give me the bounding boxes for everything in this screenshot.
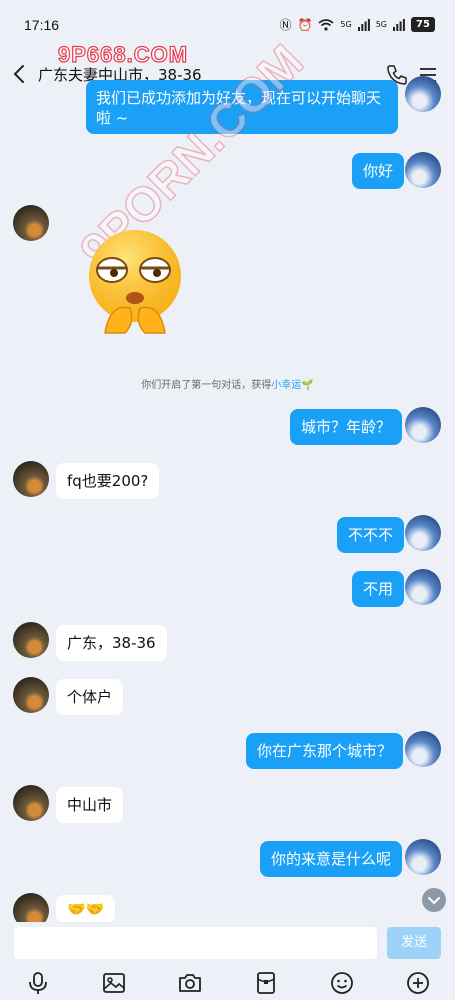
microphone-icon[interactable] bbox=[25, 970, 51, 996]
avatar-contact[interactable] bbox=[13, 677, 49, 713]
avatar-self[interactable] bbox=[405, 839, 441, 875]
sticker-emoji-icon[interactable] bbox=[80, 228, 190, 338]
alarm-icon: ⏰ bbox=[297, 17, 313, 32]
sprout-icon: 🌱 bbox=[301, 380, 314, 391]
toolbar bbox=[0, 970, 455, 998]
status-icons: Ⓝ ⏰ 5G 5G 75 bbox=[279, 16, 435, 33]
red-packet-icon[interactable] bbox=[253, 970, 279, 996]
send-button[interactable]: 发送 bbox=[387, 927, 441, 959]
avatar-contact[interactable] bbox=[13, 461, 49, 497]
message-bubble-self[interactable]: 城市？年龄？ bbox=[290, 409, 403, 445]
avatar-contact[interactable] bbox=[13, 205, 49, 241]
message-bubble-self[interactable]: 不不不 bbox=[337, 517, 405, 553]
avatar-self[interactable] bbox=[405, 569, 441, 605]
message-bubble-contact[interactable]: 中山市 bbox=[56, 787, 124, 823]
wifi-icon bbox=[318, 18, 334, 31]
avatar-contact[interactable] bbox=[13, 622, 49, 658]
chevron-down-icon bbox=[428, 897, 440, 905]
system-note: 你们开启了第一句对话，获得小幸运🌱 bbox=[0, 376, 455, 391]
network-label-a: 5G bbox=[340, 20, 352, 29]
camera-icon[interactable] bbox=[177, 970, 203, 996]
message-input[interactable] bbox=[14, 927, 377, 959]
lucky-link[interactable]: 小幸运 bbox=[271, 380, 301, 391]
network-label-b: 5G bbox=[375, 20, 387, 29]
plus-icon[interactable] bbox=[405, 970, 431, 996]
message-bubble-contact[interactable]: 🤝🤝 bbox=[56, 895, 116, 923]
avatar-self[interactable] bbox=[405, 407, 441, 443]
avatar-self[interactable] bbox=[405, 731, 441, 767]
message-bubble-contact[interactable]: fq也要200? bbox=[56, 463, 160, 499]
message-bubble-contact[interactable]: 个体户 bbox=[56, 679, 124, 715]
avatar-self[interactable] bbox=[405, 76, 441, 112]
signal-icon bbox=[393, 18, 405, 31]
avatar-contact[interactable] bbox=[13, 785, 49, 821]
signal-icon bbox=[357, 18, 370, 31]
emoji-icon[interactable] bbox=[329, 970, 355, 996]
image-icon[interactable] bbox=[101, 970, 127, 996]
input-bar: 发送 bbox=[0, 922, 455, 1000]
scroll-down-button[interactable] bbox=[422, 888, 446, 912]
avatar-self[interactable] bbox=[405, 152, 441, 188]
watermark-logo: 9P668.COM bbox=[57, 41, 189, 67]
nfc-icon: Ⓝ bbox=[279, 18, 292, 32]
status-time: 17:16 bbox=[24, 17, 60, 33]
battery-icon: 75 bbox=[411, 17, 435, 32]
system-note-text: 你们开启了第一句对话，获得 bbox=[141, 380, 272, 391]
avatar-self[interactable] bbox=[405, 515, 441, 551]
message-bubble-self[interactable]: 你在广东那个城市？ bbox=[246, 733, 404, 769]
message-bubble-contact[interactable]: 广东，38-36 bbox=[56, 625, 167, 661]
message-bubble-self[interactable]: 不用 bbox=[352, 571, 405, 607]
back-arrow-icon[interactable] bbox=[10, 61, 30, 87]
message-bubble-self[interactable]: 你的来意是什么呢 bbox=[260, 841, 403, 877]
message-bubble-self[interactable]: 你好 bbox=[352, 153, 405, 189]
